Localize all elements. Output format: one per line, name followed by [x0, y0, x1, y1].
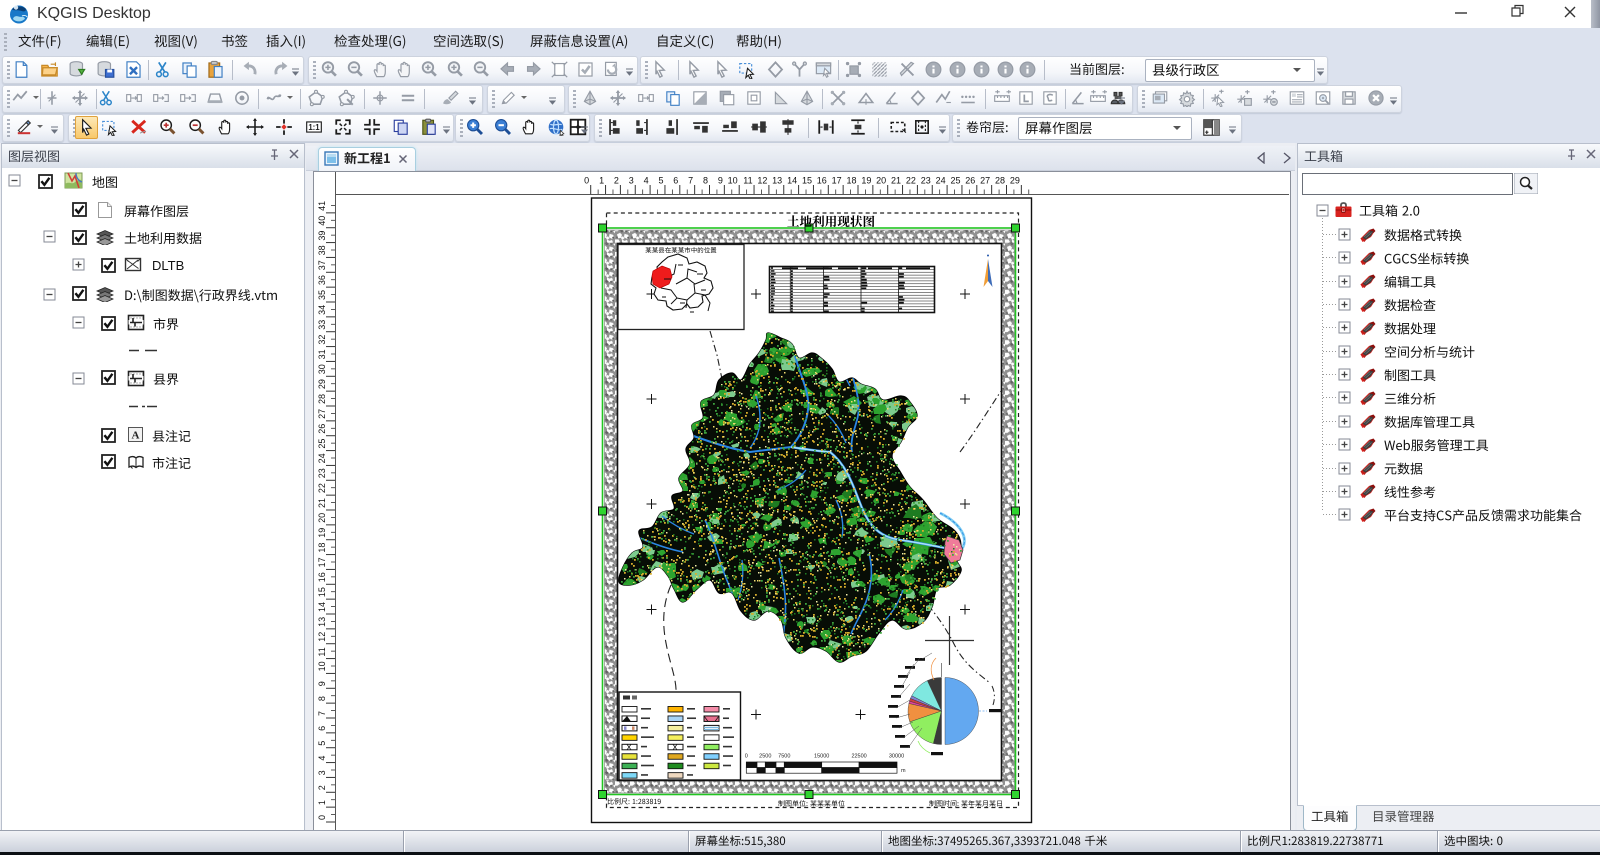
svg-text:14: 14: [787, 176, 797, 186]
svg-text:37: 37: [317, 260, 327, 270]
svg-text:21: 21: [317, 498, 327, 508]
svg-text:7: 7: [688, 176, 693, 186]
svg-text:25: 25: [950, 176, 960, 186]
svg-text:21: 21: [891, 176, 901, 186]
svg-text:18: 18: [317, 543, 327, 553]
svg-text:2: 2: [317, 785, 327, 790]
svg-text:22: 22: [906, 176, 916, 186]
svg-text:28: 28: [317, 394, 327, 404]
svg-text:1: 1: [599, 176, 604, 186]
svg-text:12: 12: [757, 176, 767, 186]
svg-text:10: 10: [317, 661, 327, 671]
svg-text:30: 30: [317, 364, 327, 374]
svg-text:23: 23: [317, 468, 327, 478]
svg-text:24: 24: [936, 176, 946, 186]
svg-text:1:1: 1:1: [308, 123, 320, 132]
svg-text:A: A: [132, 430, 140, 442]
svg-text:39: 39: [317, 231, 327, 241]
svg-text:27: 27: [317, 409, 327, 419]
svg-text:10: 10: [728, 176, 738, 186]
svg-text:22: 22: [317, 483, 327, 493]
svg-text:35: 35: [317, 290, 327, 300]
svg-text:15000: 15000: [814, 754, 829, 760]
svg-text:6: 6: [673, 176, 678, 186]
svg-text:13: 13: [772, 176, 782, 186]
svg-text:38: 38: [317, 245, 327, 255]
svg-text:5: 5: [658, 176, 663, 186]
svg-text:36: 36: [317, 275, 327, 285]
svg-text:30000: 30000: [889, 754, 904, 760]
svg-text:23: 23: [921, 176, 931, 186]
svg-text:11: 11: [317, 647, 327, 656]
svg-text:16: 16: [317, 572, 327, 582]
svg-text:1: 1: [317, 800, 327, 805]
svg-text:29: 29: [317, 379, 327, 389]
svg-text:6: 6: [317, 726, 327, 731]
svg-text:3: 3: [317, 770, 327, 775]
svg-text:18: 18: [846, 176, 856, 186]
svg-text:8: 8: [703, 176, 708, 186]
svg-text:24: 24: [317, 453, 327, 463]
svg-text:17: 17: [832, 176, 842, 186]
svg-text:7500: 7500: [778, 754, 790, 760]
svg-text:2500: 2500: [759, 754, 771, 760]
svg-text:17: 17: [317, 557, 327, 567]
svg-text:31: 31: [317, 349, 327, 359]
svg-text:41: 41: [317, 201, 327, 211]
svg-text:15: 15: [317, 587, 327, 597]
svg-text:29: 29: [1010, 176, 1020, 186]
svg-text:20: 20: [317, 513, 327, 523]
svg-text:12: 12: [317, 632, 327, 642]
svg-text:5: 5: [317, 741, 327, 746]
svg-text:0: 0: [317, 815, 327, 820]
svg-text:20: 20: [876, 176, 886, 186]
svg-text:25: 25: [317, 439, 327, 449]
svg-text:8: 8: [317, 696, 327, 701]
svg-text:0: 0: [584, 176, 589, 186]
svg-text:11: 11: [743, 176, 752, 186]
svg-text:3: 3: [629, 176, 634, 186]
svg-text:19: 19: [861, 176, 871, 186]
svg-text:7: 7: [317, 711, 327, 716]
svg-text:33: 33: [317, 320, 327, 330]
svg-text:0: 0: [745, 754, 748, 760]
svg-text:27: 27: [980, 176, 990, 186]
svg-text:22500: 22500: [851, 754, 866, 760]
svg-text:32: 32: [317, 335, 327, 345]
svg-text:26: 26: [317, 424, 327, 434]
svg-text:9: 9: [718, 176, 723, 186]
svg-text:14: 14: [317, 602, 327, 612]
svg-text:16: 16: [817, 176, 827, 186]
svg-text:13: 13: [317, 617, 327, 627]
svg-text:4: 4: [317, 756, 327, 761]
svg-text:2: 2: [614, 176, 619, 186]
svg-text:19: 19: [317, 528, 327, 538]
svg-text:9: 9: [317, 681, 327, 686]
svg-text:4: 4: [644, 176, 649, 186]
svg-text:26: 26: [965, 176, 975, 186]
svg-text:15: 15: [802, 176, 812, 186]
svg-text:40: 40: [317, 216, 327, 226]
svg-text:28: 28: [995, 176, 1005, 186]
svg-text:m: m: [901, 768, 906, 774]
svg-text:34: 34: [317, 305, 327, 315]
